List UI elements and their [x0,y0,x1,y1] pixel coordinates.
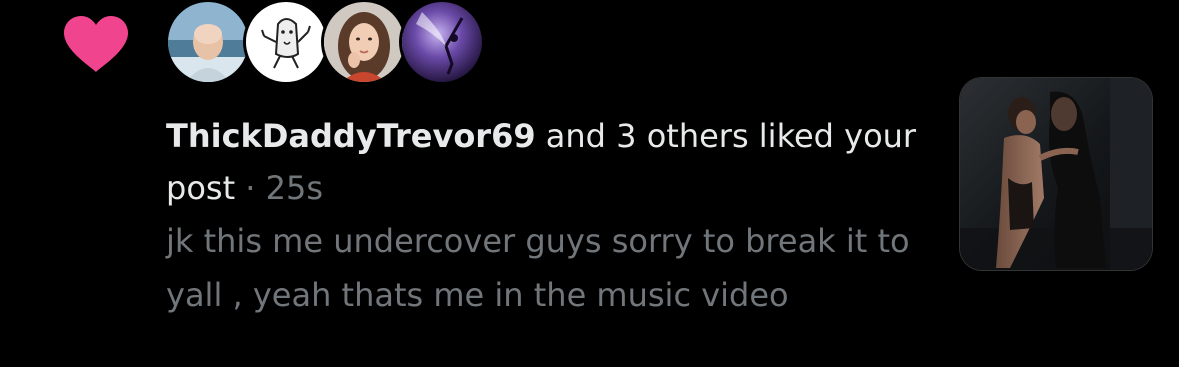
post-media-thumbnail[interactable] [960,78,1152,270]
notification-headline: ThickDaddyTrevor69 and 3 others liked yo… [166,110,926,214]
like-notification[interactable]: ThickDaddyTrevor69 and 3 others liked yo… [0,0,1179,367]
post-snippet[interactable]: jk this me undercover guys sorry to brea… [166,214,926,322]
avatar-purple-dancer[interactable] [402,2,482,82]
avatar-cartoon-doodle[interactable] [246,2,326,82]
avatar-girl-brown-hair[interactable] [324,2,404,82]
liker-username[interactable]: ThickDaddyTrevor69 [166,117,536,155]
notification-timestamp: 25s [265,169,324,207]
avatar-bald-man-beach[interactable] [168,2,248,82]
heart-icon [64,16,128,72]
timestamp-separator: · [235,169,266,207]
notification-text: ThickDaddyTrevor69 and 3 others liked yo… [166,110,926,322]
